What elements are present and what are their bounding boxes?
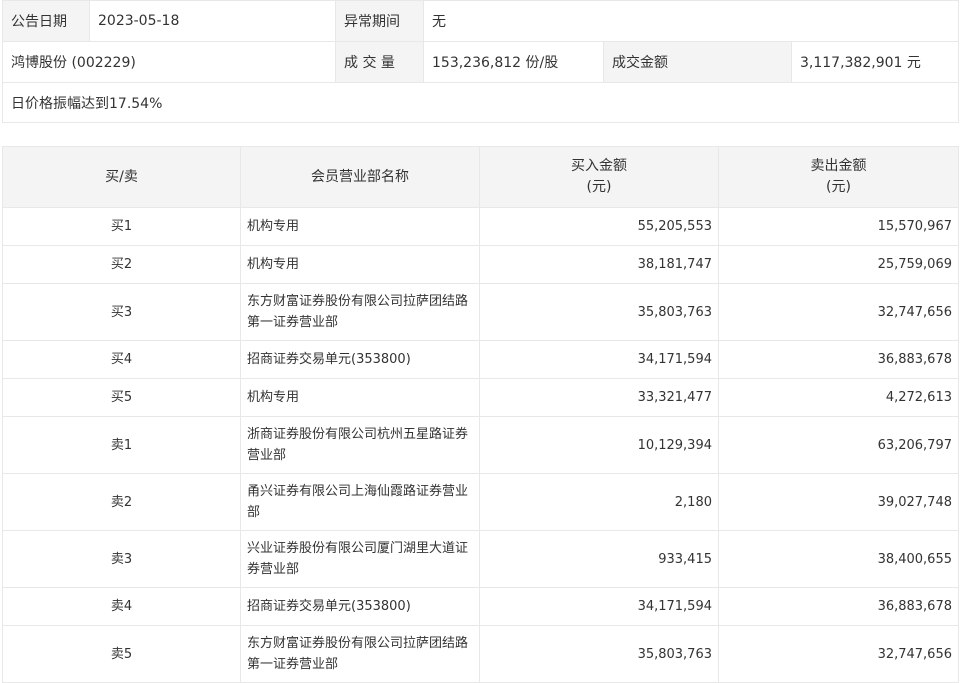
stock-info-table: 公告日期 2023-05-18 异常期间 无 鸿博股份 (002229) 成 交… <box>1 0 960 123</box>
row-branch: 招商证券交易单元(353800) <box>240 587 480 626</box>
row-side: 卖1 <box>2 416 241 474</box>
row-sell-amount: 4,272,613 <box>718 378 959 417</box>
header-buy-amount: 买入金额 (元) <box>479 146 719 208</box>
table-header-row: 买/卖 会员营业部名称 买入金额 (元) 卖出金额 (元) <box>2 146 959 208</box>
row-side: 买2 <box>2 245 241 284</box>
abnormal-period-value: 无 <box>422 0 960 42</box>
row-sell-amount: 39,027,748 <box>718 473 959 531</box>
row-buy-amount: 2,180 <box>479 473 719 531</box>
header-branch: 会员营业部名称 <box>240 146 480 208</box>
header-buy-amount-unit: (元) <box>586 179 612 195</box>
table-row: 买5 机构专用 33,321,477 4,272,613 <box>2 378 959 417</box>
table-row: 买1 机构专用 55,205,553 15,570,967 <box>2 207 959 246</box>
table-row: 卖5 东方财富证券股份有限公司拉萨团结路第一证券营业部 35,803,763 3… <box>2 625 959 683</box>
row-buy-amount: 933,415 <box>479 530 719 588</box>
table-row: 卖2 甬兴证券有限公司上海仙霞路证券营业部 2,180 39,027,748 <box>2 473 959 531</box>
header-sell-amount-title: 卖出金额 <box>810 158 867 174</box>
row-buy-amount: 55,205,553 <box>479 207 719 246</box>
table-row: 卖3 兴业证券股份有限公司厦门湖里大道证券营业部 933,415 38,400,… <box>2 530 959 588</box>
stock-name: 鸿博股份 (002229) <box>2 41 336 83</box>
volume-value: 153,236,812 份/股 <box>423 41 604 83</box>
row-branch: 浙商证券股份有限公司杭州五星路证券营业部 <box>240 416 480 474</box>
row-sell-amount: 36,883,678 <box>718 587 959 626</box>
row-branch: 招商证券交易单元(353800) <box>240 340 480 379</box>
row-sell-amount: 32,747,656 <box>718 283 959 341</box>
table-row: 买3 东方财富证券股份有限公司拉萨团结路第一证券营业部 35,803,763 3… <box>2 283 959 341</box>
abnormal-period-label: 异常期间 <box>335 0 424 42</box>
row-sell-amount: 36,883,678 <box>718 340 959 379</box>
abnormal-reason: 日价格振幅达到17.54% <box>1 82 960 123</box>
row-buy-amount: 35,803,763 <box>479 283 719 341</box>
row-side: 买3 <box>2 283 241 341</box>
info-row-volume: 鸿博股份 (002229) 成 交 量 153,236,812 份/股 成交金额… <box>2 41 960 83</box>
info-row-date: 公告日期 2023-05-18 异常期间 无 <box>2 0 960 42</box>
volume-label: 成 交 量 <box>335 41 424 83</box>
row-branch: 东方财富证券股份有限公司拉萨团结路第一证券营业部 <box>240 625 480 683</box>
row-branch: 机构专用 <box>240 378 480 417</box>
header-sell-amount-unit: (元) <box>826 179 851 195</box>
table-row: 卖4 招商证券交易单元(353800) 34,171,594 36,883,67… <box>2 587 959 626</box>
row-buy-amount: 38,181,747 <box>479 245 719 284</box>
amount-label: 成交金额 <box>603 41 792 83</box>
row-sell-amount: 38,400,655 <box>718 530 959 588</box>
row-buy-amount: 34,171,594 <box>479 340 719 379</box>
row-sell-amount: 32,747,656 <box>718 625 959 683</box>
amount-value: 3,117,382,901 元 <box>790 41 960 83</box>
announce-date-value: 2023-05-18 <box>89 0 336 42</box>
row-side: 买5 <box>2 378 241 417</box>
row-sell-amount: 15,570,967 <box>718 207 959 246</box>
row-buy-amount: 10,129,394 <box>479 416 719 474</box>
row-sell-amount: 63,206,797 <box>718 416 959 474</box>
row-side: 买1 <box>2 207 241 246</box>
header-buy-amount-title: 买入金额 <box>571 158 627 174</box>
row-branch: 机构专用 <box>240 207 480 246</box>
row-side: 买4 <box>2 340 241 379</box>
row-side: 卖4 <box>2 587 241 626</box>
row-side: 卖5 <box>2 625 241 683</box>
header-side: 买/卖 <box>2 146 241 208</box>
table-row: 买4 招商证券交易单元(353800) 34,171,594 36,883,67… <box>2 340 959 379</box>
table-row: 卖1 浙商证券股份有限公司杭州五星路证券营业部 10,129,394 63,20… <box>2 416 959 474</box>
row-branch: 兴业证券股份有限公司厦门湖里大道证券营业部 <box>240 530 480 588</box>
row-buy-amount: 34,171,594 <box>479 587 719 626</box>
row-branch: 东方财富证券股份有限公司拉萨团结路第一证券营业部 <box>240 283 480 341</box>
table-row: 买2 机构专用 38,181,747 25,759,069 <box>2 245 959 284</box>
info-row-reason: 日价格振幅达到17.54% <box>1 82 960 123</box>
header-sell-amount: 卖出金额 (元) <box>718 146 959 208</box>
row-branch: 甬兴证券有限公司上海仙霞路证券营业部 <box>240 473 480 531</box>
row-side: 卖2 <box>2 473 241 531</box>
row-sell-amount: 25,759,069 <box>718 245 959 284</box>
row-side: 卖3 <box>2 530 241 588</box>
row-buy-amount: 35,803,763 <box>479 625 719 683</box>
row-branch: 机构专用 <box>240 245 480 284</box>
trading-seats-table: 买/卖 会员营业部名称 买入金额 (元) 卖出金额 (元) 买1 机构专用 55… <box>2 146 959 683</box>
announce-date-label: 公告日期 <box>2 0 90 42</box>
row-buy-amount: 33,321,477 <box>479 378 719 417</box>
